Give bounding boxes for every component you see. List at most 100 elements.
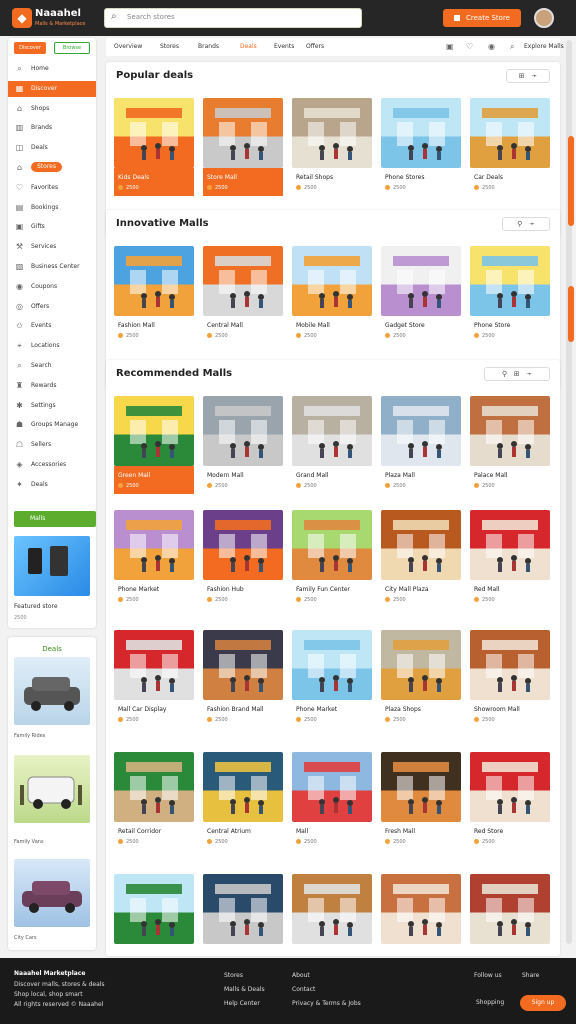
footer-link[interactable]: Stores bbox=[224, 972, 243, 979]
car-promo-card[interactable] bbox=[14, 859, 90, 927]
section-controls[interactable]: ⊞ ➛ bbox=[506, 69, 550, 83]
footer-shopping[interactable]: Shopping bbox=[476, 999, 504, 1006]
store-card-title[interactable]: Modern Mall bbox=[207, 472, 244, 479]
store-card-title[interactable]: Family Fun Center bbox=[296, 586, 350, 593]
store-card-title[interactable]: Mobile Mall bbox=[296, 322, 330, 329]
sidebar-item-stores[interactable]: ⌂ Stores bbox=[8, 160, 96, 176]
footer-link[interactable]: About bbox=[292, 972, 310, 979]
store-image[interactable] bbox=[114, 630, 194, 700]
tab-brands[interactable]: Brands bbox=[198, 43, 219, 50]
search-icon[interactable]: ⌕ bbox=[510, 42, 514, 52]
search-input[interactable]: ⌕ Search stores bbox=[104, 8, 362, 28]
store-image[interactable] bbox=[203, 874, 283, 944]
heart-icon[interactable]: ♡ bbox=[466, 42, 473, 51]
footer-link[interactable]: Privacy & Terms & Jobs bbox=[292, 1000, 361, 1007]
browse-button[interactable]: Browse bbox=[54, 42, 90, 54]
store-image[interactable] bbox=[114, 510, 194, 580]
footer-link[interactable]: Contact bbox=[292, 986, 315, 993]
store-card-title[interactable]: Kids Deals bbox=[118, 174, 149, 181]
store-card-title[interactable]: Fashion Mall bbox=[118, 322, 155, 329]
store-image[interactable] bbox=[470, 510, 550, 580]
store-image[interactable] bbox=[114, 246, 194, 316]
sidebar-item-malls[interactable]: ▩Malls bbox=[14, 511, 96, 527]
store-card-title[interactable]: City Mall Plaza bbox=[385, 586, 429, 593]
store-card-title[interactable]: Phone Stores bbox=[385, 174, 424, 181]
footer-share[interactable]: Share bbox=[522, 972, 539, 979]
store-card-title[interactable]: Mall bbox=[296, 828, 308, 835]
arrow-right-icon[interactable]: ➛ bbox=[526, 370, 532, 378]
store-image[interactable] bbox=[470, 752, 550, 822]
sidebar-item-favorites[interactable]: ♡ Favorites bbox=[8, 180, 96, 196]
store-image[interactable] bbox=[203, 752, 283, 822]
store-image[interactable] bbox=[203, 396, 283, 466]
sidebar-item-search[interactable]: ⌕ Search bbox=[8, 358, 96, 374]
store-image[interactable] bbox=[381, 396, 461, 466]
store-image[interactable] bbox=[470, 246, 550, 316]
store-card-title[interactable]: Palace Mall bbox=[474, 472, 507, 479]
logo-text[interactable]: Naaahel bbox=[35, 8, 81, 19]
user-icon[interactable]: ◉ bbox=[488, 42, 495, 51]
store-image[interactable] bbox=[203, 630, 283, 700]
store-image[interactable] bbox=[381, 630, 461, 700]
sidebar-item-shops[interactable]: ⌂ Shops bbox=[8, 101, 96, 117]
store-image[interactable] bbox=[292, 874, 372, 944]
store-image[interactable] bbox=[470, 98, 550, 168]
store-image[interactable] bbox=[114, 98, 194, 168]
sidebar-item-deals[interactable]: ◫ Deals bbox=[8, 140, 96, 156]
create-store-button[interactable]: Create Store bbox=[443, 9, 521, 27]
section-controls[interactable]: ⚲ ⊞ ➛ bbox=[484, 367, 550, 381]
store-image[interactable] bbox=[470, 396, 550, 466]
store-image[interactable] bbox=[292, 98, 372, 168]
explore-malls-link[interactable]: Explore Malls bbox=[524, 43, 564, 50]
store-image[interactable] bbox=[381, 874, 461, 944]
sidebar-item-business-center[interactable]: ▧ Business Center bbox=[8, 259, 96, 275]
sidebar-item-gifts[interactable]: ▣ Gifts bbox=[8, 219, 96, 235]
sidebar-item-locations[interactable]: ⌖ Locations bbox=[8, 338, 96, 354]
footer-link[interactable]: Help Center bbox=[224, 1000, 260, 1007]
store-image[interactable] bbox=[114, 874, 194, 944]
tab-stores[interactable]: Stores bbox=[160, 43, 179, 50]
sidebar-item-home[interactable]: ⌕ Home bbox=[8, 61, 96, 77]
store-image[interactable] bbox=[470, 874, 550, 944]
sidebar-item-bookings[interactable]: ▤ Bookings bbox=[8, 200, 96, 216]
sidebar-item-brands[interactable]: ▥ Brands bbox=[8, 120, 96, 136]
store-card-title[interactable]: Phone Market bbox=[118, 586, 159, 593]
sidebar-item-events[interactable]: ✩ Events bbox=[8, 318, 96, 334]
store-card-title[interactable]: Retail Corridor bbox=[118, 828, 161, 835]
store-image[interactable] bbox=[470, 630, 550, 700]
footer-follow[interactable]: Follow us bbox=[474, 972, 502, 979]
store-image[interactable] bbox=[203, 510, 283, 580]
filter-icon[interactable]: ⚲ bbox=[502, 370, 507, 378]
store-card-title[interactable]: Plaza Mall bbox=[385, 472, 415, 479]
section-controls[interactable]: ⚲ ➛ bbox=[502, 217, 550, 231]
promo-image[interactable] bbox=[14, 536, 90, 596]
store-card-title[interactable]: Phone Market bbox=[296, 706, 337, 713]
tab-deals[interactable]: Deals bbox=[240, 43, 257, 50]
avatar[interactable] bbox=[534, 8, 554, 28]
store-image[interactable] bbox=[381, 246, 461, 316]
grid-icon[interactable]: ⊞ bbox=[519, 72, 525, 80]
store-card-title[interactable]: Phone Store bbox=[474, 322, 510, 329]
sidebar-item-discover[interactable]: ▦ Discover bbox=[8, 80, 96, 97]
store-card-title[interactable]: Fresh Mall bbox=[385, 828, 415, 835]
store-image[interactable] bbox=[292, 396, 372, 466]
logo-icon[interactable]: ◆ bbox=[12, 8, 32, 28]
store-card-title[interactable]: Fashion Brand Mall bbox=[207, 706, 264, 713]
store-card-title[interactable]: Retail Shops bbox=[296, 174, 333, 181]
store-image[interactable] bbox=[292, 510, 372, 580]
store-image[interactable] bbox=[203, 98, 283, 168]
filter-icon[interactable]: ⚲ bbox=[517, 220, 522, 228]
car-promo-card[interactable] bbox=[14, 755, 90, 823]
sidebar-item-deals[interactable]: ✦ Deals bbox=[8, 477, 96, 493]
sidebar-item-sellers[interactable]: ☖ Sellers bbox=[8, 437, 96, 453]
store-image[interactable] bbox=[203, 246, 283, 316]
store-card-title[interactable]: Red Mall bbox=[474, 586, 500, 593]
tab-overview[interactable]: Overview bbox=[114, 43, 142, 50]
sidebar-item-coupons[interactable]: ◉ Coupons bbox=[8, 279, 96, 295]
sidebar-item-groups-manage[interactable]: ☗ Groups Manage bbox=[8, 417, 96, 433]
store-card-title[interactable]: Red Store bbox=[474, 828, 503, 835]
store-image[interactable] bbox=[292, 752, 372, 822]
sidebar-item-rewards[interactable]: ♜ Rewards bbox=[8, 378, 96, 394]
store-card-title[interactable]: Showroom Mall bbox=[474, 706, 520, 713]
store-card-title[interactable]: Store Mall bbox=[207, 174, 237, 181]
